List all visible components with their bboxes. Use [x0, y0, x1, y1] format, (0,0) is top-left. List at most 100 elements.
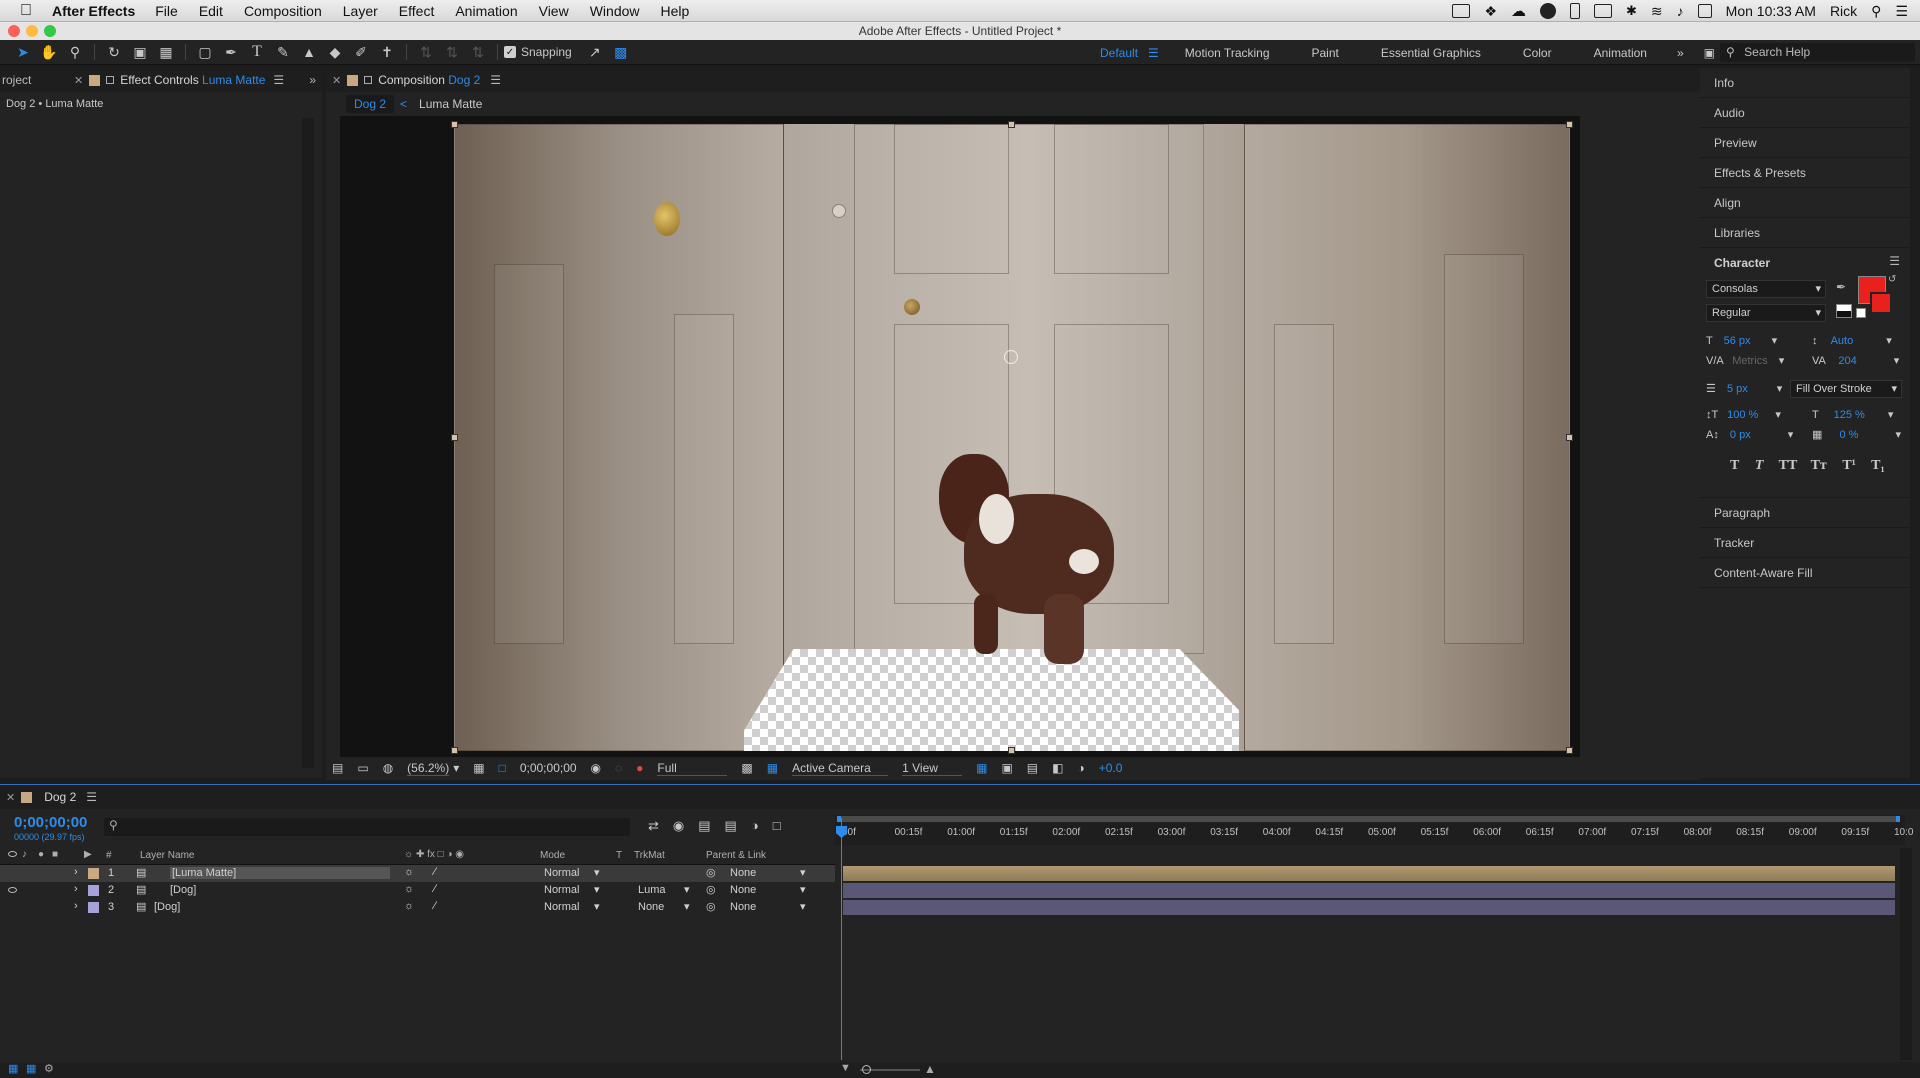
- comp-mini-flowchart-icon[interactable]: ⇄: [648, 818, 659, 834]
- faux-bold-button[interactable]: T: [1730, 458, 1739, 473]
- label-column-icon[interactable]: ▶: [84, 849, 92, 860]
- font-size-arrow-icon[interactable]: ▾: [1772, 335, 1778, 347]
- solo-icon[interactable]: ●: [38, 849, 44, 860]
- stroke-color-swatch[interactable]: [1870, 292, 1892, 314]
- all-caps-button[interactable]: TT: [1779, 458, 1798, 473]
- workspace-animation[interactable]: Animation: [1594, 46, 1647, 60]
- tab-project[interactable]: roject: [2, 73, 68, 87]
- minimize-window-button[interactable]: [26, 25, 38, 37]
- workspace-motion-tracking[interactable]: Motion Tracking: [1185, 46, 1270, 60]
- calendar-icon[interactable]: [1697, 4, 1712, 18]
- axis-world-icon[interactable]: ⇅: [439, 40, 465, 65]
- character-menu-icon[interactable]: ☰: [1889, 254, 1900, 268]
- stroke-type-dropdown[interactable]: Fill Over Stroke ▾: [1790, 380, 1902, 398]
- layer-2-parent-dropdown[interactable]: None: [730, 884, 756, 899]
- zoom-out-icon[interactable]: ▼: [840, 1062, 851, 1074]
- layer-2-shy-icon[interactable]: ☼: [404, 883, 414, 895]
- menu-view[interactable]: View: [539, 3, 569, 19]
- exposure-icon[interactable]: ◑: [1077, 761, 1084, 775]
- comp-panel-menu-icon[interactable]: ☰: [490, 73, 501, 87]
- toggle-transparency-icon[interactable]: ▩: [741, 761, 752, 775]
- user-name[interactable]: Rick: [1830, 3, 1857, 19]
- layer-2-eye-icon[interactable]: [8, 887, 17, 893]
- layer-1-parent-pickwhip-icon[interactable]: ◎: [706, 866, 716, 879]
- camera-dropdown[interactable]: Active Camera: [792, 761, 889, 776]
- pen-tool-icon[interactable]: ✒: [218, 40, 244, 65]
- vertical-scale-arrow-icon[interactable]: ▾: [1775, 409, 1781, 421]
- rotate-tool-icon[interactable]: ↻: [101, 40, 127, 65]
- timeline-scrollbar[interactable]: [1900, 848, 1912, 1060]
- menu-composition[interactable]: Composition: [244, 3, 322, 19]
- eraser-tool-icon[interactable]: ◆: [322, 40, 348, 65]
- faux-italic-button[interactable]: T: [1755, 458, 1764, 473]
- hand-tool-icon[interactable]: ✋: [36, 40, 62, 65]
- bluetooth-icon[interactable]: ✱: [1626, 3, 1637, 19]
- layer-2-trkmat-dropdown[interactable]: Luma: [638, 884, 666, 899]
- lock-icon[interactable]: [106, 76, 115, 84]
- comp-lock-icon[interactable]: [364, 76, 373, 84]
- layer-row-2[interactable]: › 2 ▤ [Dog] ☼ ∕ Normal ▾ Luma ▾ ◎ None ▾: [0, 882, 835, 899]
- timeline-current-time[interactable]: 0;00;00;00: [14, 814, 87, 831]
- brush-tool-icon[interactable]: ✎: [270, 40, 296, 65]
- layer-1-duration-bar[interactable]: [843, 866, 1895, 881]
- kerning-arrow-icon[interactable]: ▾: [1779, 355, 1785, 367]
- layer-1-color-label[interactable]: [88, 868, 99, 879]
- character-title[interactable]: Character: [1714, 256, 1770, 270]
- work-area-bar[interactable]: [837, 816, 1900, 822]
- layer-1-parent-arrow-icon[interactable]: ▾: [800, 866, 806, 879]
- pan-behind-tool-icon[interactable]: ▦: [153, 40, 179, 65]
- selection-tool-icon[interactable]: ➤: [10, 40, 36, 65]
- av-eye-icon[interactable]: [8, 851, 17, 857]
- layer-handle-tc[interactable]: [1008, 121, 1015, 128]
- workspace-menu-icon[interactable]: ☰: [1148, 46, 1159, 60]
- no-stroke-icon[interactable]: [1856, 308, 1866, 318]
- layer-handle-bl[interactable]: [451, 747, 458, 754]
- axis-view-icon[interactable]: ⇅: [465, 40, 491, 65]
- panel-libraries[interactable]: Libraries: [1700, 218, 1910, 248]
- layer-2-mode-dropdown[interactable]: Normal: [544, 884, 579, 899]
- tracking-value[interactable]: 204: [1838, 355, 1856, 367]
- layer-handle-mr[interactable]: [1566, 434, 1573, 441]
- menu-animation[interactable]: Animation: [455, 3, 517, 19]
- workspace-paint[interactable]: Paint: [1312, 46, 1339, 60]
- panel-paragraph[interactable]: Paragraph: [1700, 498, 1910, 528]
- audio-icon[interactable]: ♪: [22, 849, 27, 860]
- layer-1-expand-icon[interactable]: ›: [74, 866, 78, 878]
- creative-cloud-icon[interactable]: [1540, 3, 1557, 19]
- tsume-value[interactable]: 0 %: [1839, 429, 1858, 441]
- region-of-interest-icon[interactable]: □: [499, 761, 506, 775]
- timeline-menu-icon[interactable]: ☰: [86, 790, 97, 804]
- zoom-slider-thumb[interactable]: [862, 1065, 871, 1074]
- panel-tracker[interactable]: Tracker: [1700, 528, 1910, 558]
- panel-preview[interactable]: Preview: [1700, 128, 1910, 158]
- wifi-icon[interactable]: ≋: [1651, 3, 1663, 20]
- swap-colors-icon[interactable]: ↺: [1888, 274, 1896, 285]
- menu-effect[interactable]: Effect: [399, 3, 435, 19]
- layer-3-mode-arrow-icon[interactable]: ▾: [594, 900, 600, 913]
- cloud-icon[interactable]: ☁: [1511, 2, 1526, 20]
- timeline-search-field[interactable]: ⚲: [104, 818, 630, 836]
- graph-editor-icon[interactable]: □: [773, 818, 781, 834]
- layer-handle-br[interactable]: [1566, 747, 1573, 754]
- layer-2-name[interactable]: [Dog]: [170, 884, 196, 896]
- leading-arrow-icon[interactable]: ▾: [1886, 335, 1892, 347]
- layer-2-color-label[interactable]: [88, 885, 99, 896]
- clone-stamp-tool-icon[interactable]: ▲: [296, 40, 322, 65]
- menu-file[interactable]: File: [155, 3, 178, 19]
- snap-edges-icon[interactable]: ↗: [582, 40, 608, 65]
- superscript-button[interactable]: T¹: [1842, 458, 1856, 473]
- font-family-dropdown[interactable]: Consolas ▾: [1706, 280, 1826, 298]
- close-tab-icon[interactable]: ✕: [74, 74, 83, 87]
- menu-edit[interactable]: Edit: [199, 3, 223, 19]
- camera-tool-icon[interactable]: ▣: [127, 40, 153, 65]
- grid-guides-icon[interactable]: ▦: [473, 761, 484, 775]
- screen-icon[interactable]: [1452, 4, 1471, 18]
- workspace-edit-icon[interactable]: ▣: [1704, 46, 1715, 60]
- zoom-window-button[interactable]: [44, 25, 56, 37]
- layer-handle-tr[interactable]: [1566, 121, 1573, 128]
- panel-align[interactable]: Align: [1700, 188, 1910, 218]
- composition-frame[interactable]: [454, 124, 1570, 751]
- layer-1-mode-dropdown[interactable]: Normal: [544, 867, 579, 882]
- battery-icon[interactable]: [1570, 3, 1581, 19]
- layer-2-mode-arrow-icon[interactable]: ▾: [594, 883, 600, 896]
